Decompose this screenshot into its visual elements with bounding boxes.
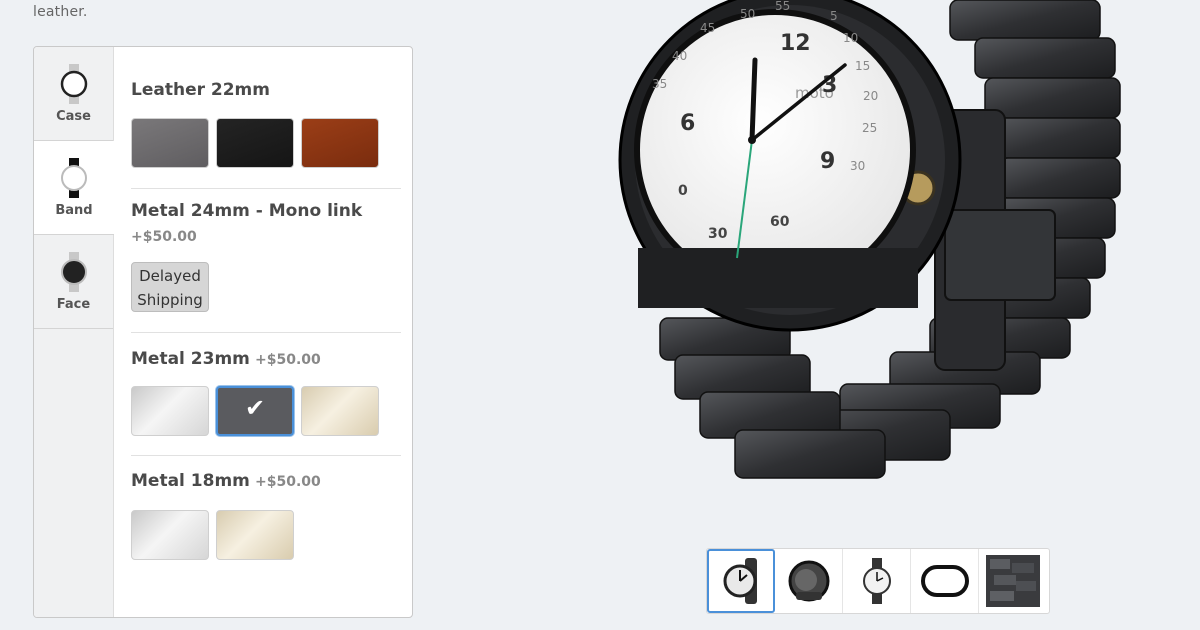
dial-outer-25: 25 <box>862 121 877 135</box>
option-price: +$50.00 <box>254 352 321 368</box>
option-group-metal-23mm: Metal 23mm +$50.00 ✔ <box>131 333 401 456</box>
watch-thumbnail-icon <box>788 560 829 602</box>
swatch-row: ✔ <box>131 386 379 436</box>
dial-outer-20: 20 <box>863 89 878 103</box>
tab-case[interactable]: Case <box>34 47 113 141</box>
swatch-row <box>131 118 379 168</box>
dial-bottom-0: 0 <box>678 183 688 199</box>
watch-product-image: moto 12 3 6 9 5 10 15 20 25 30 35 40 45 … <box>618 0 1121 479</box>
thumbnail-angle-view[interactable] <box>775 549 843 613</box>
dial-number-6: 6 <box>680 111 695 136</box>
option-group-leather-22mm: Leather 22mm <box>131 47 401 189</box>
watch-thumbnail-icon <box>920 565 969 597</box>
watch-thumbnail-icon <box>862 558 891 604</box>
swatch-gray-leather[interactable] <box>131 118 209 168</box>
tab-face[interactable]: Face <box>34 235 113 329</box>
intro-text: leather. <box>33 4 88 20</box>
thumbnail-back-view[interactable] <box>911 549 979 613</box>
checkmark-icon: ✔ <box>244 394 266 422</box>
face-icon <box>60 252 87 292</box>
tab-case-label: Case <box>56 109 91 124</box>
swatch-gold-metal-18mm[interactable] <box>216 510 294 560</box>
tab-list: Case Band Face <box>34 47 114 617</box>
dial-outer-10: 10 <box>843 31 858 45</box>
band-thumbnail-icon <box>986 555 1040 607</box>
thumbnail-front-view[interactable] <box>707 549 775 613</box>
delayed-shipping-badge[interactable]: Delayed Shipping <box>131 262 209 312</box>
watch-thumbnail-icon <box>723 558 757 604</box>
swatch-dark-gray-metal[interactable]: ✔ <box>216 386 294 436</box>
dial-outer-40: 40 <box>672 49 687 63</box>
dial-bottom-30: 30 <box>708 226 728 242</box>
dial-number-12: 12 <box>780 31 811 56</box>
option-group-metal-24mm: Metal 24mm - Mono link +$50.00 Delayed S… <box>131 189 401 333</box>
option-group-metal-18mm: Metal 18mm +$50.00 <box>131 456 401 617</box>
option-title: Metal 24mm - Mono link <box>131 201 363 221</box>
dial-outer-55: 55 <box>775 0 790 13</box>
dial-number-9: 9 <box>820 149 835 174</box>
tab-band-label: Band <box>55 203 93 218</box>
option-price: +$50.00 <box>254 474 321 490</box>
swatch-silver-metal[interactable] <box>131 386 209 436</box>
swatch-silver-metal-18mm[interactable] <box>131 510 209 560</box>
dial-outer-35: 35 <box>652 77 667 91</box>
option-title: Metal 18mm <box>131 471 250 491</box>
dial-bottom-60: 60 <box>770 214 790 230</box>
thumbnail-band-closeup[interactable] <box>979 549 1047 613</box>
thumbnail-side-view[interactable] <box>843 549 911 613</box>
dial-outer-15: 15 <box>855 59 870 73</box>
swatch-row <box>131 510 294 560</box>
thumbnail-strip <box>706 548 1050 614</box>
option-title: Metal 23mm <box>131 349 250 369</box>
tab-band[interactable]: Band <box>34 141 114 235</box>
dial-outer-30: 30 <box>850 159 865 173</box>
dial-outer-5: 5 <box>830 9 838 23</box>
option-price: +$50.00 <box>131 229 197 245</box>
dial-outer-50: 50 <box>740 7 755 21</box>
band-icon <box>61 158 87 198</box>
swatch-black-leather[interactable] <box>216 118 294 168</box>
swatch-brown-leather[interactable] <box>301 118 379 168</box>
case-icon <box>60 64 87 104</box>
option-header: Metal 23mm +$50.00 <box>131 349 321 369</box>
tab-face-label: Face <box>56 297 91 312</box>
band-options: Leather 22mm Metal 24mm - Mono link +$50… <box>131 47 401 617</box>
configurator-panel: Case Band Face Leather 22mm Metal 24mm -… <box>33 46 413 618</box>
swatch-gold-metal[interactable] <box>301 386 379 436</box>
option-header: Metal 18mm +$50.00 <box>131 471 321 491</box>
option-title: Leather 22mm <box>131 80 270 100</box>
dial-outer-45: 45 <box>700 21 715 35</box>
